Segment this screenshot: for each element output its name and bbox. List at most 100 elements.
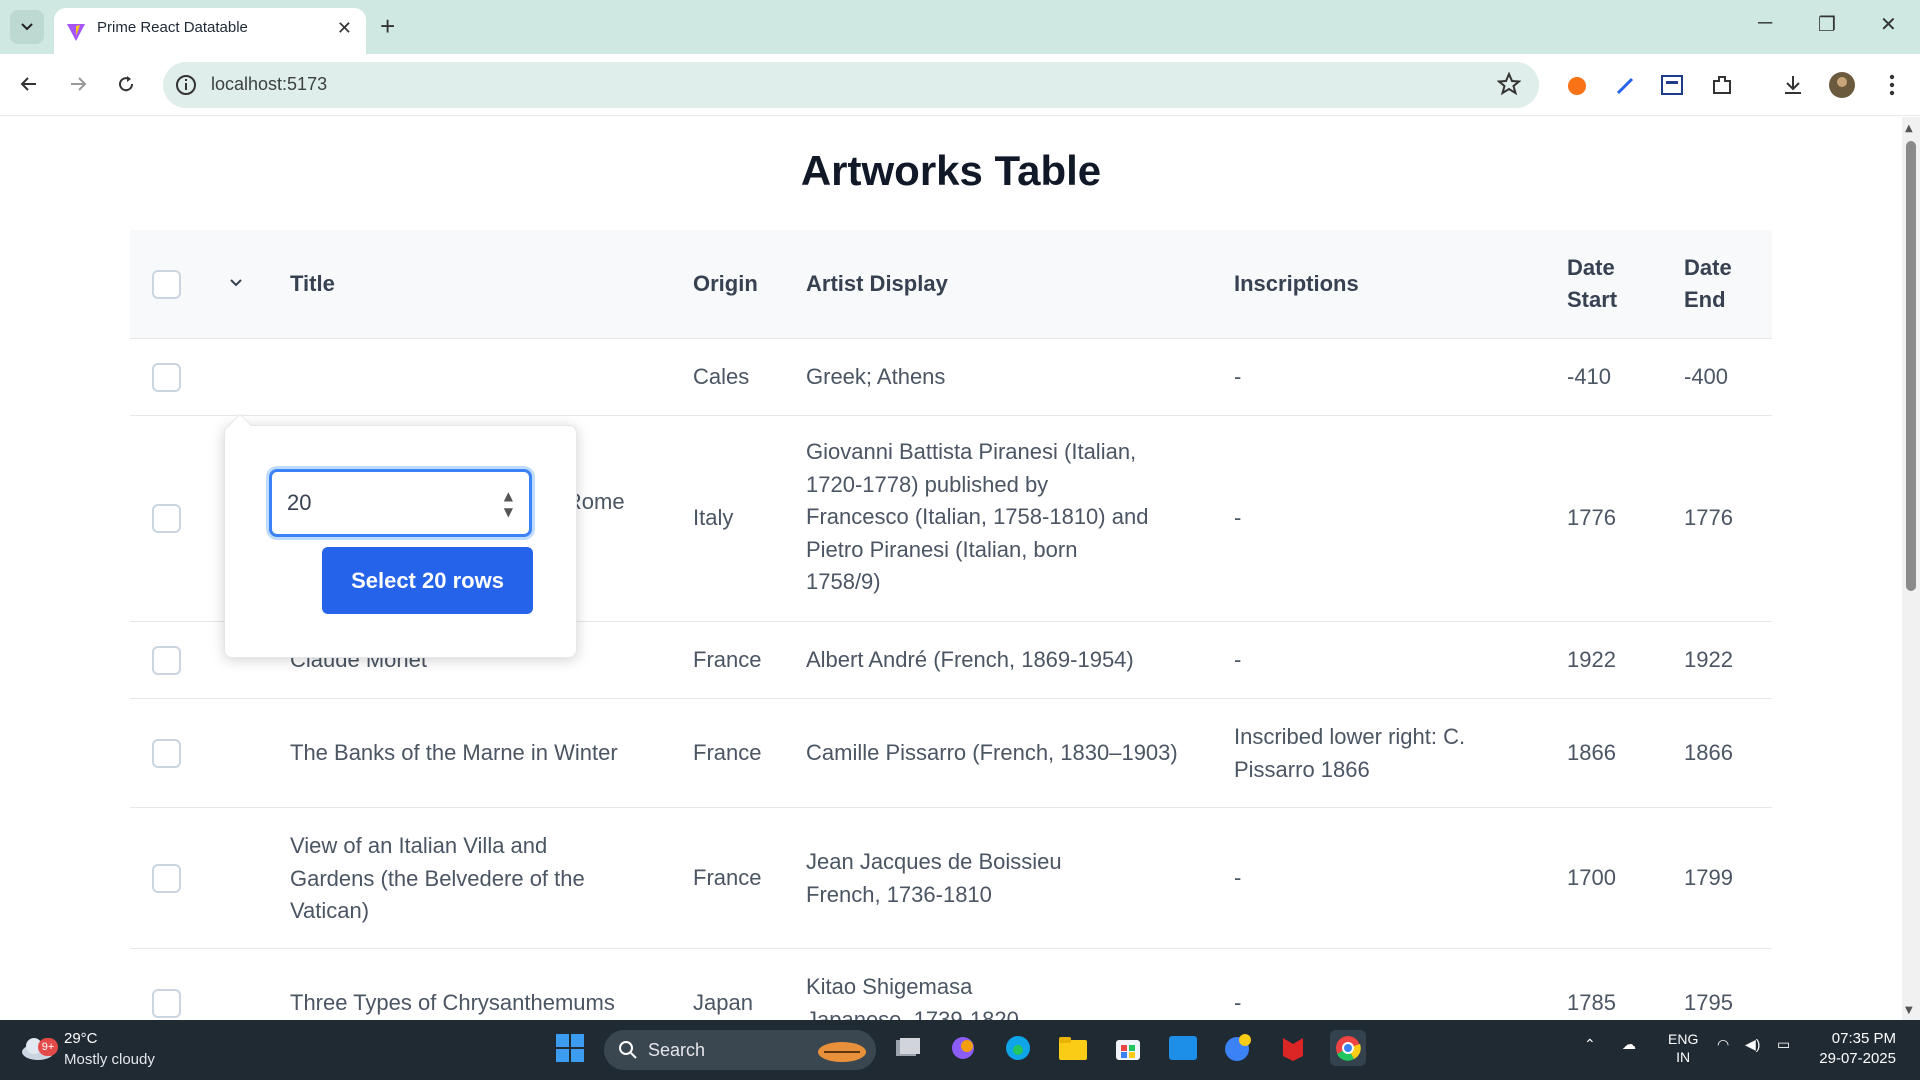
chrome-taskbar-icon[interactable] <box>1330 1030 1366 1066</box>
cell-date-end: 1795 <box>1684 990 1733 1015</box>
cell-artist: Greek; Athens <box>806 364 946 389</box>
cell-date-end: 1866 <box>1684 740 1733 765</box>
battery-icon[interactable]: ▭ <box>1777 1036 1790 1053</box>
cell-date-start: 1866 <box>1567 740 1616 765</box>
scroll-down-icon[interactable]: ▼ <box>1905 1005 1913 1016</box>
forward-button[interactable] <box>63 69 93 99</box>
cell-artist: Kitao Shigemasa Japanese, 1739-1820 <box>806 974 1019 1020</box>
number-spinner[interactable]: ▲ ▼ <box>504 488 513 520</box>
extension-pen-icon[interactable] <box>1611 70 1641 100</box>
cell-origin: France <box>693 865 762 890</box>
tab-close-icon[interactable]: ✕ <box>337 18 352 39</box>
language-indicator[interactable]: ENG IN <box>1668 1030 1698 1066</box>
tab-search-button[interactable] <box>10 10 44 44</box>
edge-icon[interactable] <box>1000 1030 1036 1066</box>
volume-icon[interactable]: ◀) <box>1745 1036 1760 1053</box>
scroll-up-icon[interactable]: ▲ <box>1905 123 1913 134</box>
scrollbar-thumb[interactable] <box>1906 141 1916 591</box>
cell-inscriptions: - <box>1234 990 1242 1015</box>
extension-orange-icon[interactable] <box>1562 70 1592 100</box>
bookmark-star-icon[interactable] <box>1497 72 1521 96</box>
weather-badge: 9+ <box>38 1038 58 1056</box>
cell-date-start: 1785 <box>1567 990 1616 1015</box>
cell-date-end: 1922 <box>1684 647 1733 672</box>
spin-down-icon[interactable]: ▼ <box>504 504 513 520</box>
clock-date: 29-07-2025 <box>1819 1050 1896 1067</box>
arrow-right-icon <box>71 77 87 91</box>
cell-origin: Japan <box>693 990 753 1015</box>
cell-origin: Cales <box>693 364 750 389</box>
row-count-value[interactable]: 20 <box>287 490 311 516</box>
cell-date-end: 1799 <box>1684 865 1733 890</box>
browser-menu-icon[interactable] <box>1877 70 1907 100</box>
download-icon[interactable] <box>1778 70 1808 100</box>
back-button[interactable] <box>14 69 44 99</box>
extension-translate-icon[interactable] <box>1658 70 1688 100</box>
tray-expand-icon[interactable]: ⌃ <box>1584 1036 1596 1053</box>
row-select-dropdown-icon[interactable] <box>228 274 244 290</box>
page-title: Artworks Table <box>800 147 1102 194</box>
microsoft-store-icon[interactable] <box>1110 1030 1146 1066</box>
column-header-origin[interactable]: Origin <box>693 268 758 300</box>
cell-date-end: 1776 <box>1684 505 1733 530</box>
minimize-icon[interactable]: ─ <box>1758 12 1772 35</box>
arrow-left-icon <box>20 77 36 91</box>
extensions-puzzle-icon[interactable] <box>1707 70 1737 100</box>
cell-inscriptions: - <box>1234 865 1242 890</box>
cell-artist: Camille Pissarro (French, 1830–1903) <box>806 740 1178 765</box>
restore-icon[interactable]: ❐ <box>1818 12 1836 37</box>
column-header-title[interactable]: Title <box>290 268 335 300</box>
row-checkbox[interactable] <box>152 363 181 392</box>
reload-button[interactable] <box>111 69 141 99</box>
url-text[interactable]: localhost:5173 <box>211 74 327 95</box>
row-checkbox[interactable] <box>152 739 181 768</box>
address-bar[interactable]: localhost:5173 <box>163 62 1539 108</box>
row-checkbox[interactable] <box>152 504 181 533</box>
site-info-icon[interactable] <box>175 74 197 96</box>
help-icon[interactable] <box>1220 1030 1256 1066</box>
cell-origin: France <box>693 647 762 672</box>
taskbar-search-label: Search <box>648 1040 706 1060</box>
row-count-input[interactable]: 20 ▲ ▼ <box>269 469 532 537</box>
row-checkbox[interactable] <box>152 989 181 1018</box>
table-row[interactable]: Cales Greek; Athens - -410 -400 <box>130 339 1772 416</box>
system-clock[interactable]: 07:35 PM 29-07-2025 <box>1819 1029 1896 1069</box>
onedrive-icon[interactable]: ☁ <box>1622 1036 1636 1053</box>
select-all-checkbox[interactable] <box>152 270 181 299</box>
browser-toolbar: localhost:5173 <box>0 54 1920 116</box>
weather-widget[interactable]: 9+ 29°C Mostly cloudy <box>20 1030 155 1068</box>
copilot-icon[interactable] <box>945 1030 981 1066</box>
row-select-overlay: 20 ▲ ▼ Select 20 rows <box>224 413 577 658</box>
taskbar-search[interactable]: Search <box>604 1030 876 1070</box>
column-header-date-start[interactable]: Date Start <box>1567 252 1637 316</box>
file-explorer-icon[interactable] <box>1055 1030 1091 1066</box>
row-checkbox[interactable] <box>152 646 181 675</box>
page-scrollbar[interactable]: ▲ ▼ <box>1902 117 1920 1020</box>
myhp-icon[interactable] <box>1165 1030 1201 1066</box>
column-header-date-end[interactable]: Date End <box>1684 252 1754 316</box>
new-tab-button[interactable]: + <box>380 11 395 41</box>
table-row[interactable]: View of an Italian Villa and Gardens (th… <box>130 808 1772 949</box>
select-rows-button[interactable]: Select 20 rows <box>322 547 533 614</box>
profile-avatar[interactable] <box>1827 70 1857 100</box>
vite-logo-icon <box>67 24 85 41</box>
cell-artist: Giovanni Battista Piranesi (Italian, 172… <box>806 439 1149 594</box>
cell-date-end: -400 <box>1684 364 1729 389</box>
tiger-illustration-icon <box>818 1042 866 1062</box>
cell-inscriptions: Inscribed lower right: C. Pissarro 1866 <box>1234 724 1466 782</box>
column-header-artist[interactable]: Artist Display <box>806 268 948 300</box>
spin-up-icon[interactable]: ▲ <box>504 488 513 504</box>
table-row[interactable]: Three Types of Chrysanthemums Japan Kita… <box>130 949 1772 1020</box>
table-row[interactable]: The Banks of the Marne in Winter France … <box>130 699 1772 808</box>
window-close-icon[interactable]: ✕ <box>1880 12 1897 37</box>
column-header-inscriptions[interactable]: Inscriptions <box>1234 268 1359 300</box>
task-view-icon[interactable] <box>890 1030 926 1066</box>
region-label: IN <box>1676 1049 1691 1065</box>
browser-tab[interactable]: Prime React Datatable ✕ <box>54 8 366 54</box>
mcafee-icon[interactable] <box>1275 1030 1311 1066</box>
wifi-icon[interactable]: ◠ <box>1717 1036 1729 1053</box>
row-checkbox[interactable] <box>152 864 181 893</box>
language-label: ENG <box>1668 1031 1699 1047</box>
windows-start-icon[interactable] <box>552 1030 588 1066</box>
weather-condition: Mostly cloudy <box>64 1051 155 1068</box>
